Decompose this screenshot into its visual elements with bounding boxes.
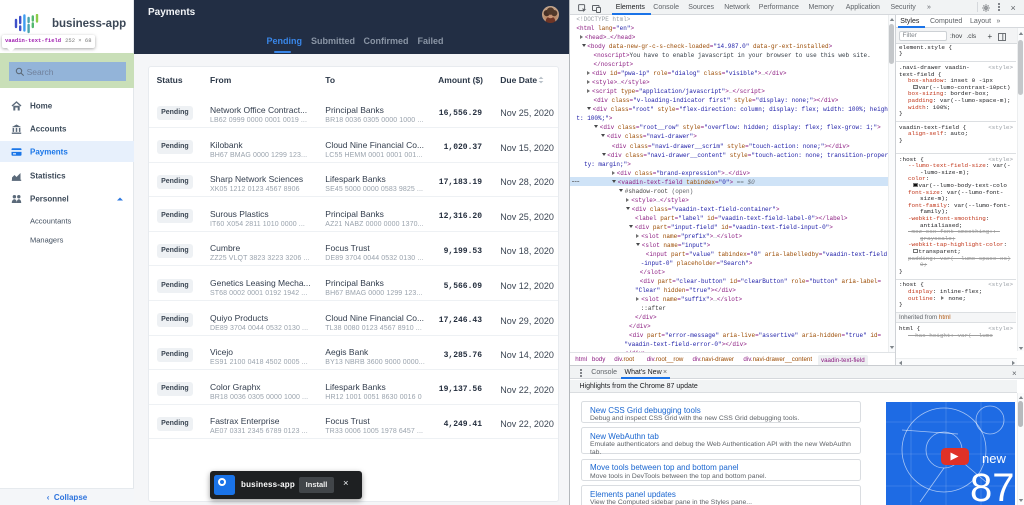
svg-text:new: new bbox=[982, 451, 1006, 466]
svg-text:87: 87 bbox=[970, 466, 1015, 505]
